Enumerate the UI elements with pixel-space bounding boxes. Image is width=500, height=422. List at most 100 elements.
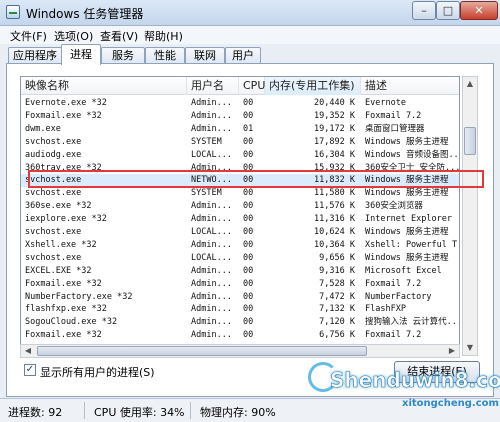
tab-networking[interactable]: 联网 — [185, 47, 225, 64]
menu-view[interactable]: 查看(V) — [100, 28, 138, 44]
menu-bar: 文件(F) 选项(O) 查看(V) 帮助(H) — [0, 26, 500, 44]
column-description[interactable]: 描述 — [361, 77, 459, 95]
table-row[interactable]: 360se.exe *32 Admin... 00 11,576 K 360安全浏览器 — [21, 200, 459, 213]
menu-help[interactable]: 帮助(H) — [144, 28, 183, 44]
cell-description: NumberFactory — [365, 291, 432, 302]
cell-user-name: Admin... — [191, 265, 232, 276]
table-row-selected[interactable]: svchost.exe NETWO... 00 11,832 K Windows 服务主… — [21, 174, 459, 188]
cell-cpu: 00 — [243, 265, 254, 276]
table-row[interactable]: Foxmail.exe *32 Admin... 00 7,528 K Foxmail … — [21, 278, 459, 291]
cell-cpu: 00 — [243, 162, 254, 173]
cell-user-name: Admin... — [191, 201, 232, 212]
table-row[interactable]: NumberFactory.exe *32 Admin... 00 7,472 K Nu… — [21, 291, 459, 304]
vertical-scroll-thumb[interactable] — [464, 127, 476, 155]
cell-user-name: LOCAL... — [191, 227, 232, 237]
cell-user-name: Admin... — [191, 330, 232, 341]
show-all-users-label[interactable]: 显示所有用户的进程(S) — [40, 364, 155, 380]
cell-user-name: Admin... — [191, 317, 232, 328]
table-row[interactable]: svchost.exe SYSTEM 00 11,580 K Windows 服务主进程 — [21, 187, 459, 200]
scroll-left-icon[interactable]: ◀ — [21, 345, 35, 357]
cell-image-name: Foxmail.exe *32 — [25, 110, 102, 121]
cell-cpu: 00 — [243, 227, 254, 237]
column-image-name[interactable]: 映像名称 — [21, 77, 187, 95]
cell-cpu: 00 — [243, 201, 254, 212]
close-button[interactable]: ✕ — [460, 1, 498, 20]
table-row[interactable]: Xshell.exe *32 Admin... 00 10,364 K Xshell: … — [21, 239, 459, 252]
cell-cpu: 00 — [243, 149, 254, 160]
menu-options[interactable]: 选项(O) — [54, 28, 93, 44]
table-row[interactable]: svchost.exe SYSTEM 00 17,892 K Windows 服务主进程 — [21, 136, 459, 149]
cell-memory: 19,352 K — [314, 110, 355, 121]
cell-memory: 10,364 K — [314, 239, 355, 250]
cell-image-name: Foxmail.exe *32 — [25, 330, 102, 341]
cell-memory: 11,580 K — [314, 188, 355, 199]
cell-user-name: SYSTEM — [191, 136, 222, 147]
column-headers: 映像名称 用户名 CPU 内存(专用工作集) 描述 — [21, 77, 459, 95]
cell-user-name: NETWO... — [191, 175, 232, 186]
cell-cpu: 00 — [243, 188, 254, 199]
cell-image-name: svchost.exe — [25, 175, 82, 186]
table-row[interactable]: svchost.exe LOCAL... 00 9,656 K Windows 服务主进… — [21, 252, 459, 265]
cell-cpu: 00 — [243, 175, 254, 186]
cell-cpu: 00 — [243, 330, 254, 341]
process-list[interactable]: Evernote.exe *32 Admin... 00 20,440 K Everno… — [20, 76, 460, 356]
task-manager-icon — [6, 5, 20, 19]
vertical-scrollbar[interactable]: ▲ ▼ — [462, 76, 478, 356]
tab-services[interactable]: 服务 — [101, 47, 145, 64]
status-divider — [84, 402, 85, 419]
tab-users[interactable]: 用户 — [225, 47, 261, 64]
table-row[interactable]: dwm.exe Admin... 01 19,172 K 桌面窗口管理器 — [21, 123, 459, 136]
column-cpu[interactable]: CPU — [239, 77, 265, 95]
cell-user-name: Admin... — [191, 110, 232, 121]
column-memory[interactable]: 内存(专用工作集) — [265, 77, 361, 95]
cell-cpu: 00 — [243, 214, 254, 225]
cell-description: Foxmail 7.2 — [365, 330, 422, 341]
cell-description: Evernote — [365, 98, 406, 108]
cell-memory: 11,832 K — [314, 175, 355, 186]
minimize-button[interactable]: – — [412, 1, 436, 20]
show-all-users-checkbox[interactable]: ✓ — [24, 364, 36, 376]
tab-applications[interactable]: 应用程序 — [8, 47, 62, 64]
table-row[interactable]: svchost.exe LOCAL... 00 10,624 K Windows 服务主… — [21, 226, 459, 239]
cell-description: Windows 服务主进程 — [365, 227, 449, 237]
cell-image-name: svchost.exe — [25, 188, 82, 199]
tab-performance[interactable]: 性能 — [145, 47, 185, 64]
cell-cpu: 00 — [243, 110, 254, 121]
cell-user-name: Admin... — [191, 278, 232, 289]
tab-processes[interactable]: 进程 — [61, 44, 101, 65]
table-row[interactable]: SogouCloud.exe *32 Admin... 00 7,120 K 搜狗输入法… — [21, 316, 460, 329]
cell-description: 搜狗输入法 云计算代... — [365, 317, 460, 328]
cell-description: Windows 服务主进程 — [365, 188, 449, 199]
column-user-name[interactable]: 用户名 — [187, 77, 239, 95]
title-bar: Windows 任务管理器 – □ ✕ — [0, 0, 500, 26]
cell-memory: 6,756 K — [319, 330, 355, 341]
cell-description: Windows 服务主进程 — [365, 252, 449, 263]
cell-cpu: 00 — [243, 98, 254, 108]
cell-user-name: LOCAL... — [191, 149, 232, 160]
horizontal-scroll-thumb[interactable] — [37, 346, 367, 356]
table-row[interactable]: Foxmail.exe *32 Admin... 00 6,756 K Foxmail … — [21, 329, 459, 342]
table-row[interactable]: iexplore.exe *32 Admin... 00 11,316 K Intern… — [21, 213, 459, 226]
cell-memory: 20,440 K — [314, 98, 355, 108]
cell-cpu: 00 — [243, 239, 254, 250]
scroll-up-icon[interactable]: ▲ — [463, 77, 477, 91]
maximize-button[interactable]: □ — [436, 1, 460, 20]
cell-memory: 19,172 K — [314, 123, 355, 134]
cell-description: Windows 服务主进程 — [365, 136, 449, 147]
cell-memory: 9,316 K — [319, 265, 355, 276]
table-row[interactable]: EXCEL.EXE *32 Admin... 00 9,316 K Microsoft … — [21, 265, 459, 278]
cell-user-name: LOCAL... — [191, 252, 232, 263]
table-row[interactable]: audiodg.exe LOCAL... 00 16,304 K Windows 音频设… — [21, 149, 459, 162]
scroll-down-icon[interactable]: ▼ — [463, 341, 477, 355]
table-row[interactable]: Evernote.exe *32 Admin... 00 20,440 K Everno… — [21, 97, 459, 110]
window-title: Windows 任务管理器 — [26, 7, 144, 21]
table-row[interactable]: 360tray.exe *32 Admin... 00 15,932 K 360安全卫士… — [21, 162, 459, 175]
horizontal-scrollbar[interactable]: ◀ ▶ — [20, 344, 460, 358]
cell-image-name: Xshell.exe *32 — [25, 239, 97, 250]
cell-description: 360安全浏览器 — [365, 201, 423, 212]
menu-file[interactable]: 文件(F) — [10, 28, 47, 44]
table-row[interactable]: flashfxp.exe *32 Admin... 00 7,132 K FlashFX… — [21, 303, 459, 316]
table-row[interactable]: Foxmail.exe *32 Admin... 00 19,352 K Foxmail… — [21, 110, 459, 123]
scroll-right-icon[interactable]: ▶ — [445, 345, 459, 357]
cell-description: Xshell: Powerful T... — [365, 239, 459, 250]
